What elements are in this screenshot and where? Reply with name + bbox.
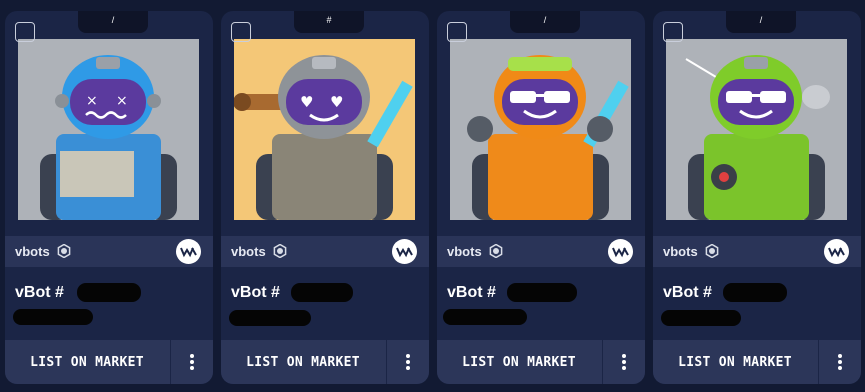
nft-title-row: vBot # bbox=[15, 283, 205, 305]
more-options-button[interactable] bbox=[386, 340, 429, 384]
wax-logo-icon bbox=[824, 239, 849, 264]
card-actions: LIST ON MARKET bbox=[437, 340, 645, 384]
verified-badge-icon bbox=[705, 244, 719, 258]
redacted-id bbox=[507, 283, 577, 302]
nft-card[interactable]: # ♥ ♥ vbots vBot # LIST ON MARKET bbox=[221, 11, 429, 384]
svg-text:♥: ♥ bbox=[330, 93, 343, 111]
collection-bar: vbots bbox=[653, 236, 861, 267]
more-vertical-icon bbox=[622, 354, 626, 370]
verified-badge-icon bbox=[57, 244, 71, 258]
nft-title: vBot # bbox=[231, 284, 280, 301]
nft-card[interactable]: / vbots vBot # LIST ON MARKET bbox=[653, 11, 861, 384]
svg-text:×: × bbox=[116, 93, 128, 109]
nft-title: vBot # bbox=[447, 284, 496, 301]
nft-artwork: × × bbox=[18, 39, 199, 220]
select-checkbox[interactable] bbox=[231, 22, 251, 42]
list-on-market-button[interactable]: LIST ON MARKET bbox=[5, 340, 169, 384]
nft-card[interactable]: / × × vbots vBot # LIST ON MARKET bbox=[5, 11, 213, 384]
wax-logo-icon bbox=[176, 239, 201, 264]
redacted-id bbox=[291, 283, 353, 302]
more-vertical-icon bbox=[838, 354, 842, 370]
card-notch: / bbox=[78, 11, 148, 33]
list-on-market-button[interactable]: LIST ON MARKET bbox=[437, 340, 601, 384]
redacted-id bbox=[723, 283, 787, 302]
nft-artwork bbox=[666, 39, 847, 220]
more-vertical-icon bbox=[406, 354, 410, 370]
list-on-market-button[interactable]: LIST ON MARKET bbox=[653, 340, 817, 384]
nft-title: vBot # bbox=[15, 284, 64, 301]
collection-bar: vbots bbox=[437, 236, 645, 267]
more-options-button[interactable] bbox=[602, 340, 645, 384]
collection-bar: vbots bbox=[5, 236, 213, 267]
nft-title-row: vBot # bbox=[663, 283, 853, 305]
collection-name[interactable]: vbots bbox=[15, 244, 50, 259]
more-vertical-icon bbox=[190, 354, 194, 370]
svg-text:♥: ♥ bbox=[300, 93, 313, 111]
redacted-subtitle bbox=[661, 310, 741, 326]
collection-bar: vbots bbox=[221, 236, 429, 267]
nft-artwork: ♥ ♥ bbox=[234, 39, 415, 220]
card-actions: LIST ON MARKET bbox=[5, 340, 213, 384]
verified-badge-icon bbox=[273, 244, 287, 258]
select-checkbox[interactable] bbox=[447, 22, 467, 42]
more-options-button[interactable] bbox=[170, 340, 213, 384]
list-on-market-button[interactable]: LIST ON MARKET bbox=[221, 340, 385, 384]
wax-logo-icon bbox=[392, 239, 417, 264]
collection-name[interactable]: vbots bbox=[663, 244, 698, 259]
nft-card[interactable]: / vbots vBot # LIST ON MARKET bbox=[437, 11, 645, 384]
redacted-subtitle bbox=[229, 310, 311, 326]
nft-title-row: vBot # bbox=[447, 283, 637, 305]
redacted-subtitle bbox=[13, 309, 93, 325]
collection-name[interactable]: vbots bbox=[231, 244, 266, 259]
card-notch: / bbox=[510, 11, 580, 33]
nft-title-row: vBot # bbox=[231, 283, 421, 305]
card-actions: LIST ON MARKET bbox=[221, 340, 429, 384]
collection-name[interactable]: vbots bbox=[447, 244, 482, 259]
more-options-button[interactable] bbox=[818, 340, 861, 384]
card-notch: / bbox=[726, 11, 796, 33]
select-checkbox[interactable] bbox=[15, 22, 35, 42]
card-actions: LIST ON MARKET bbox=[653, 340, 861, 384]
redacted-id bbox=[77, 283, 141, 302]
wax-logo-icon bbox=[608, 239, 633, 264]
svg-text:×: × bbox=[86, 93, 98, 109]
select-checkbox[interactable] bbox=[663, 22, 683, 42]
card-notch: # bbox=[294, 11, 364, 33]
redacted-subtitle bbox=[443, 309, 527, 325]
nft-artwork bbox=[450, 39, 631, 220]
verified-badge-icon bbox=[489, 244, 503, 258]
nft-title: vBot # bbox=[663, 284, 712, 301]
